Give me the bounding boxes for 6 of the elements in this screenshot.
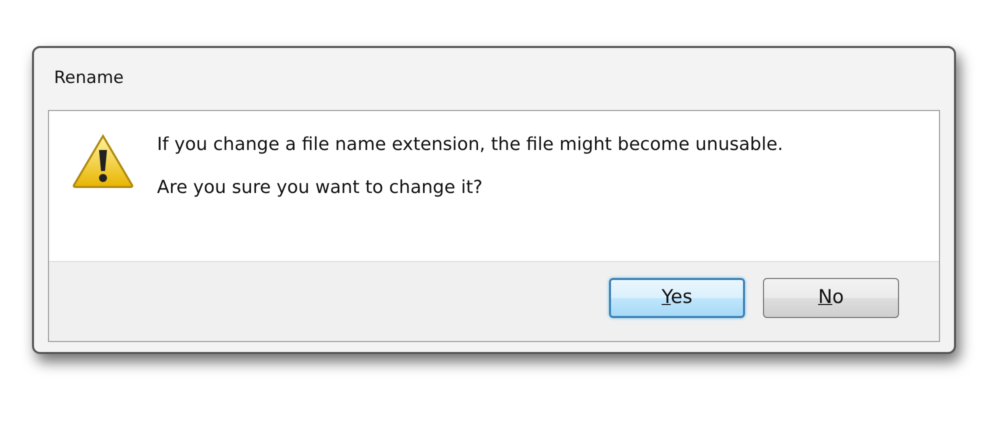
window-title: Rename xyxy=(53,67,125,90)
message-text: Are you sure you want to change it? xyxy=(157,176,484,200)
dialog-button[interactable]: Yes xyxy=(609,278,745,318)
message-text: If you change a file name extension, the file might become unusable. xyxy=(157,133,784,156)
dialog-button[interactable]: No xyxy=(763,278,899,318)
warning-icon xyxy=(71,133,135,189)
